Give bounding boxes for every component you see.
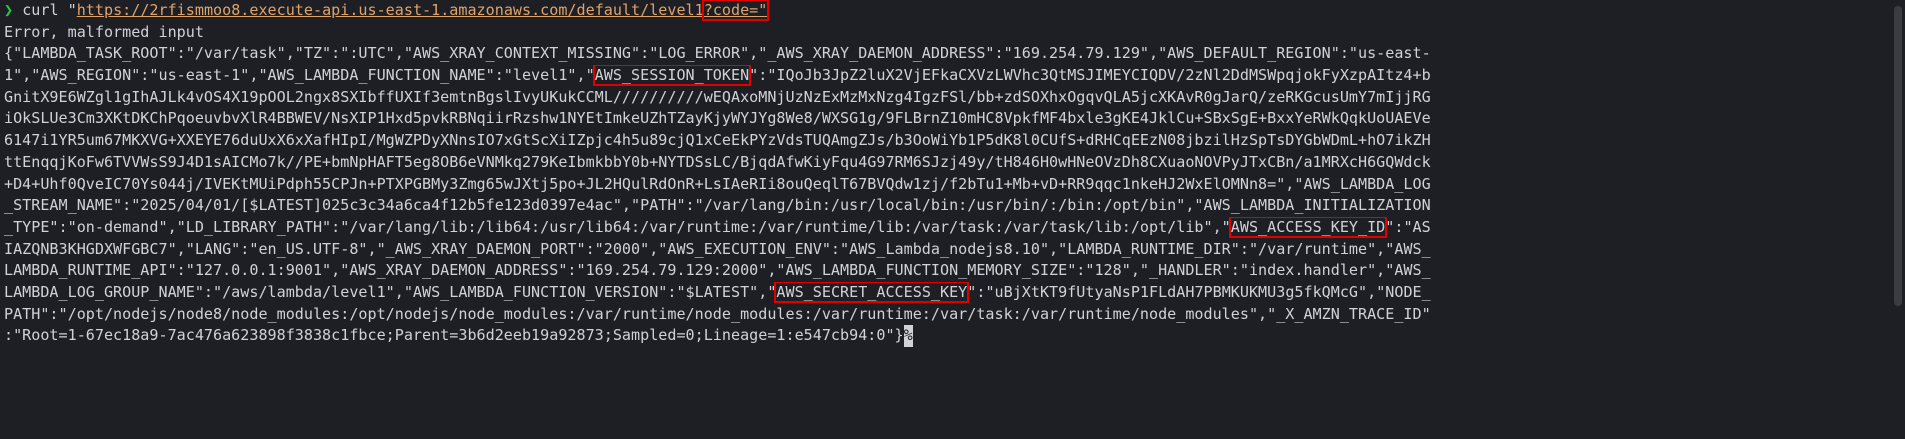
- highlighted-key-aws-secret-access-key: AWS_SECRET_ACCESS_KEY: [774, 281, 970, 303]
- output-line: {"LAMBDA_TASK_ROOT":"/var/task","TZ":":U…: [4, 43, 1883, 65]
- output-text: +D4+Uhf0QveIC70Ys044j/IVEKtMUiPdph55CPJn…: [4, 174, 1431, 193]
- output-text: LAMBDA_RUNTIME_API":"127.0.0.1:9001","AW…: [4, 261, 1431, 280]
- error-line: Error, malformed input: [4, 22, 204, 41]
- json-output: {"LAMBDA_TASK_ROOT":"/var/task","TZ":":U…: [4, 43, 1883, 347]
- output-text: 6147i1YR5um67MKXVG+XXEYE76duUxX6xXafHIpI…: [4, 131, 1431, 150]
- output-text: _STREAM_NAME":"2025/04/01/[$LATEST]025c3…: [4, 196, 1431, 215]
- output-text: _TYPE":"on-demand","LD_LIBRARY_PATH":"/v…: [4, 217, 1231, 236]
- output-line: 1","AWS_REGION":"us-east-1","AWS_LAMBDA_…: [4, 65, 1883, 87]
- output-line: _TYPE":"on-demand","LD_LIBRARY_PATH":"/v…: [4, 216, 1883, 239]
- output-line: _STREAM_NAME":"2025/04/01/[$LATEST]025c3…: [4, 195, 1883, 217]
- output-text: :"Root=1-67ec18a9-7ac476a623898f3838c1fb…: [4, 326, 904, 345]
- output-text: IAZQNB3KHGDXWFGBC7","LANG":"en_US.UTF-8"…: [4, 239, 1431, 258]
- output-text: ":"IQoJb3JpZ2luX2VjEFkaCXVzLWVhc3QtMSJIM…: [749, 66, 1431, 85]
- output-text: ttEnqqjKoFw6TVVWsS9J4D1sAICMo7k//PE+bmNp…: [4, 152, 1431, 171]
- output-line: LAMBDA_RUNTIME_API":"127.0.0.1:9001","AW…: [4, 260, 1883, 282]
- url-query-text: ?code=: [703, 1, 759, 19]
- terminal-cursor: %: [903, 325, 913, 347]
- output-text: LAMBDA_LOG_GROUP_NAME":"/aws/lambda/leve…: [4, 282, 777, 301]
- output-text: iOkSLUe3Cm3XKtDKChPqoeuvbvXlR4BBWEV/NsXI…: [4, 109, 1431, 128]
- scrollbar-thumb[interactable]: [1894, 6, 1902, 306]
- output-line: +D4+Uhf0QveIC70Ys044j/IVEKtMUiPdph55CPJn…: [4, 174, 1883, 196]
- output-line: :"Root=1-67ec18a9-7ac476a623898f3838c1fb…: [4, 325, 1883, 347]
- url-query-highlight[interactable]: ?code=": [701, 0, 770, 21]
- prompt-arrow-icon: ❯: [4, 1, 14, 19]
- curl-command: curl ": [22, 1, 77, 19]
- output-text: PATH":"/opt/nodejs/node8/node_modules:/o…: [4, 304, 1431, 323]
- output-line: IAZQNB3KHGDXWFGBC7","LANG":"en_US.UTF-8"…: [4, 239, 1883, 261]
- output-line: PATH":"/opt/nodejs/node8/node_modules:/o…: [4, 304, 1883, 326]
- output-line: GnitX9E6WZgl1gIhAJLk4vOS4X19pOOL2ngx8SXI…: [4, 87, 1883, 109]
- output-text: {"LAMBDA_TASK_ROOT":"/var/task","TZ":":U…: [4, 44, 1431, 63]
- highlighted-key-aws-session-token: AWS_SESSION_TOKEN: [592, 65, 752, 87]
- request-url-link[interactable]: https://2rfismmoo8.execute-api.us-east-1…: [77, 1, 704, 19]
- output-line: ttEnqqjKoFw6TVVWsS9J4D1sAICMo7k//PE+bmNp…: [4, 152, 1883, 174]
- output-line: iOkSLUe3Cm3XKtDKChPqoeuvbvXlR4BBWEV/NsXI…: [4, 108, 1883, 130]
- output-text: ":"uBjXtKT9fUtyaNsP1FLdAH7PBMKUKMU3g5fkQ…: [967, 282, 1431, 301]
- output-text: 1","AWS_REGION":"us-east-1","AWS_LAMBDA_…: [4, 66, 595, 85]
- closing-quote: ": [758, 1, 768, 19]
- highlighted-key-aws-access-key-id: AWS_ACCESS_KEY_ID: [1228, 216, 1388, 238]
- scrollbar[interactable]: [1891, 0, 1905, 439]
- output-line: 6147i1YR5um67MKXVG+XXEYE76duUxX6xXafHIpI…: [4, 130, 1883, 152]
- prompt-line: ❯ curl "https://2rfismmoo8.execute-api.u…: [4, 0, 1883, 22]
- terminal-window[interactable]: ❯ curl "https://2rfismmoo8.execute-api.u…: [0, 0, 1905, 439]
- output-line: LAMBDA_LOG_GROUP_NAME":"/aws/lambda/leve…: [4, 281, 1883, 304]
- output-text: GnitX9E6WZgl1gIhAJLk4vOS4X19pOOL2ngx8SXI…: [4, 87, 1431, 106]
- output-text: ":"AS: [1385, 217, 1431, 236]
